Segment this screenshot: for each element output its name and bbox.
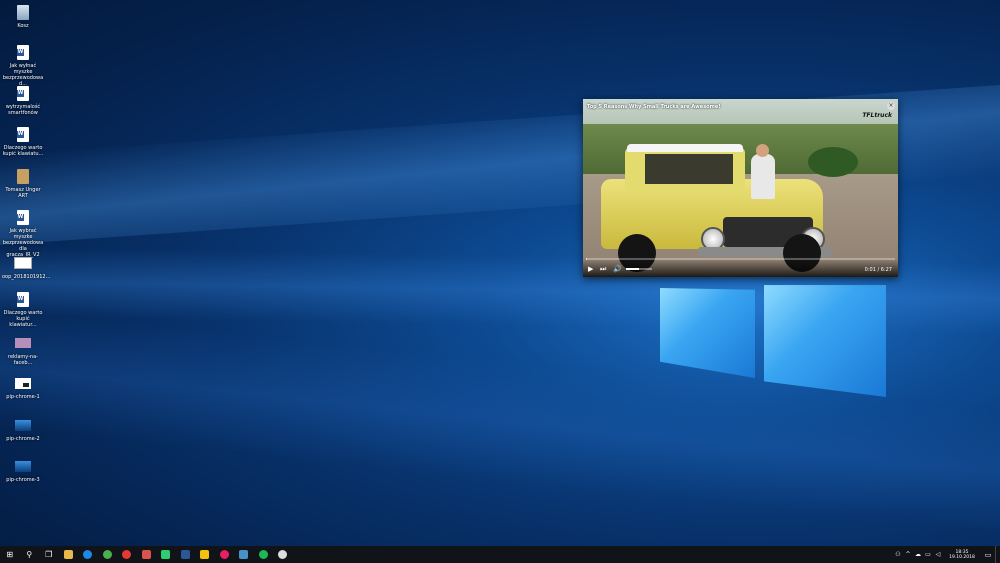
notification-center-icon[interactable]: ▭ xyxy=(981,551,995,559)
desktop-icon-label: oop_2018101912... xyxy=(2,274,51,280)
taskbar-app-paint[interactable] xyxy=(215,546,235,563)
steam-icon xyxy=(278,550,288,559)
people-icon[interactable]: ⚇ xyxy=(893,551,903,558)
taskbar-app-green-app[interactable] xyxy=(156,546,176,563)
image-file-icon xyxy=(14,254,32,272)
word-icon xyxy=(180,550,190,559)
clock-date: 19.10.2018 xyxy=(949,554,975,560)
word-document-icon xyxy=(14,208,32,226)
desktop-icon-label: Dlaczego warto kupić klawiatur... xyxy=(3,310,43,328)
chevron-up-icon[interactable]: ^ xyxy=(903,551,913,558)
desktop-icon-document[interactable]: Dlaczego warto kupić klawiatur... xyxy=(2,290,44,328)
desktop-icon-image[interactable]: reklamy-na-faceb... xyxy=(2,334,44,366)
desktop-icon-document[interactable]: Jak wyłnać myszke bezprzewodowa d... xyxy=(2,43,44,87)
drive-icon xyxy=(200,550,210,559)
edge-icon xyxy=(83,550,93,559)
taskbar-app-opera[interactable] xyxy=(117,546,137,563)
book-icon xyxy=(14,167,32,185)
close-icon[interactable]: × xyxy=(887,102,895,110)
taskbar-app-teamviewer[interactable] xyxy=(234,546,254,563)
taskbar-app-word[interactable] xyxy=(176,546,196,563)
channel-logo: TFLtruck xyxy=(862,112,892,119)
video-progress-fill xyxy=(586,258,587,260)
task-view-icon[interactable]: ❐ xyxy=(39,546,59,563)
taskbar-app-drive[interactable] xyxy=(195,546,215,563)
word-document-icon xyxy=(14,125,32,143)
video-progress-bar[interactable] xyxy=(586,258,895,260)
image-file-icon xyxy=(14,457,32,475)
desktop-icon-label: Kosz xyxy=(17,23,29,29)
volume-icon[interactable]: ◁ xyxy=(933,551,943,558)
word-document-icon xyxy=(14,43,32,61)
taskbar-app-steam[interactable] xyxy=(273,546,293,563)
desktop-icon-label: reklamy-na-faceb... xyxy=(8,354,38,366)
word-document-icon xyxy=(14,290,32,308)
desktop-icon-label: pip-chrome-3 xyxy=(6,477,40,483)
volume-slider-fill xyxy=(626,268,639,270)
desktop-icon-document[interactable]: Jak wybrać myszke bezprzewodowa dla grac… xyxy=(2,208,44,258)
desktop-icon-image[interactable]: pip-chrome-3 xyxy=(2,457,44,483)
desktop-icon-recycle-bin[interactable]: Kosz xyxy=(2,3,44,29)
spotify-icon xyxy=(258,550,268,559)
clock[interactable]: 18:35 19.10.2018 xyxy=(947,550,977,560)
taskbar-app-photos[interactable] xyxy=(137,546,157,563)
opera-icon xyxy=(122,550,132,559)
image-file-icon xyxy=(14,334,32,352)
desktop-icon-label: Dlaczego warto kupić klawiatu... xyxy=(2,145,44,157)
next-icon[interactable]: ⏭ xyxy=(600,265,606,273)
photos-icon xyxy=(141,550,151,559)
search-icon[interactable]: ⚲ xyxy=(20,546,40,563)
taskbar-app-file-explorer[interactable] xyxy=(59,546,79,563)
volume-icon[interactable]: 🔊 xyxy=(613,265,622,273)
file-explorer-icon xyxy=(63,550,73,559)
network-icon[interactable]: ▭ xyxy=(923,551,933,558)
taskbar-app-spotify[interactable] xyxy=(254,546,274,563)
desktop-icon-document[interactable]: Dlaczego warto kupić klawiatu... xyxy=(2,125,44,157)
wallpaper-windows-logo-pane xyxy=(764,285,886,397)
desktop-icon-image[interactable]: pip-chrome-1 xyxy=(2,374,44,400)
desktop-icon-label: pip-chrome-2 xyxy=(6,436,40,442)
video-title: Top 5 Reasons Why Small Trucks are Aweso… xyxy=(587,104,721,110)
play-icon[interactable]: ▶ xyxy=(588,265,593,273)
windows-start-icon[interactable]: ⊞ xyxy=(0,546,20,563)
teamviewer-icon xyxy=(239,550,249,559)
paint-icon xyxy=(219,550,229,559)
cloud-icon[interactable]: ☁ xyxy=(913,551,923,558)
pip-video-window[interactable]: Top 5 Reasons Why Small Trucks are Aweso… xyxy=(583,99,898,277)
show-desktop-button[interactable] xyxy=(995,546,1000,563)
desktop-icon-label: wytrzymalość smartfonów xyxy=(5,104,41,116)
taskbar: ⊞ ⚲ ❐ ⚇ ^ ☁ ▭ ◁ 18:35 19.10.2018 ▭ xyxy=(0,546,1000,563)
desktop-icon-label: Tomasz Unger ART xyxy=(5,187,41,199)
system-tray: ⚇ ^ ☁ ▭ ◁ 18:35 19.10.2018 ▭ xyxy=(893,546,1000,563)
desktop-icon-image[interactable]: pip-chrome-2 xyxy=(2,416,44,442)
image-file-icon xyxy=(14,416,32,434)
image-file-icon xyxy=(14,374,32,392)
desktop-icon-book[interactable]: Tomasz Unger ART xyxy=(2,167,44,199)
recycle-bin-icon xyxy=(14,3,32,21)
taskbar-app-chrome[interactable] xyxy=(98,546,118,563)
green-app-icon xyxy=(161,550,171,559)
chrome-icon xyxy=(102,550,112,559)
wallpaper-windows-logo-pane xyxy=(660,288,755,378)
desktop-icon-document[interactable]: wytrzymalość smartfonów xyxy=(2,84,44,116)
word-document-icon xyxy=(14,84,32,102)
video-time: 0:01 / 6:27 xyxy=(864,267,892,273)
desktop-icon-image[interactable]: oop_2018101912... xyxy=(2,254,51,280)
desktop-icon-label: pip-chrome-1 xyxy=(6,394,40,400)
taskbar-app-edge[interactable] xyxy=(78,546,98,563)
volume-slider[interactable] xyxy=(626,268,652,270)
